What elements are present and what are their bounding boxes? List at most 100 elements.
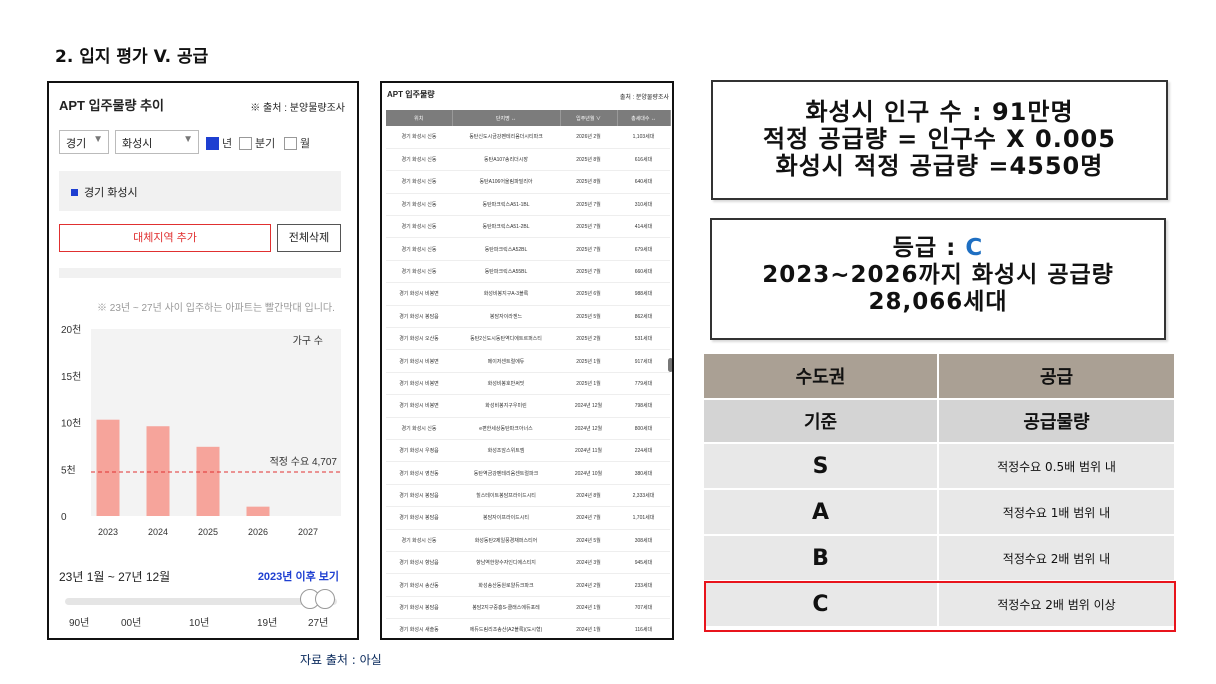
column-header-move-in[interactable]: 입주년월 ∨: [560, 110, 618, 126]
panel-title: APT 입주물량 추이: [59, 98, 164, 113]
x-tick-label: 2026: [248, 527, 268, 537]
cell-location: 경기 화성시 우정읍: [386, 439, 452, 463]
cell-move-in: 2024년 11월: [560, 439, 617, 463]
cell-move-in: 2024년 1월: [560, 596, 617, 620]
cell-move-in: 2024년 1월: [560, 618, 617, 638]
table-row[interactable]: 경기 화성시 비봉면 화성비봉지구우미린 2024년 12월 798세대: [386, 394, 670, 418]
panel-title: APT 입주물량: [387, 90, 435, 99]
cell-move-in: 2024년 12월: [560, 394, 617, 418]
chevron-down-icon: ▼: [93, 134, 103, 145]
info-line: 적정 공급량 = 인구수 X 0.005: [763, 125, 1116, 153]
cell-complex-name: 화성조암스위트엠: [452, 439, 560, 463]
cell-units: 308세대: [617, 529, 670, 552]
reference-line-label: 적정 수요 4,707: [270, 456, 338, 468]
table-row[interactable]: 경기 화성시 비봉면 화성비봉호반써밋 2025년 1월 779세대: [386, 372, 670, 396]
slider-label: 27년: [308, 618, 329, 629]
cell-move-in: 2024년 10월: [560, 461, 617, 485]
grade-label: S: [704, 444, 939, 488]
column-header-units[interactable]: 총세대수 ↔: [617, 110, 671, 126]
table-row[interactable]: 경기 화성시 봉담읍 봉담자이라젠느 2025년 5월 862세대: [386, 305, 670, 329]
cell-location: 경기 화성시 신동: [386, 529, 452, 552]
table-row[interactable]: 경기 화성시 신동 동탄파크릭스A52BL 2025년 7월 679세대: [386, 237, 670, 261]
table-row[interactable]: 경기 화성시 비봉면 메이저센트럴에듀 2025년 1월 917세대: [386, 349, 670, 373]
slide-title: 2. 입지 평가 V. 공급: [55, 47, 209, 67]
cell-complex-name: e편한세상동탄파크아너스: [452, 417, 560, 440]
cell-complex-name: 동탄A107송리더시장: [452, 148, 560, 172]
grade-line: 등급 : C: [892, 235, 984, 261]
province-select[interactable]: 경기 ▼: [59, 130, 109, 154]
cell-units: 1,701세대: [617, 506, 670, 530]
table-row[interactable]: 경기 화성시 신동 동탄파크릭스A51-1BL 2025년 7월 310세대: [386, 193, 670, 217]
table-row[interactable]: 경기 화성시 새솔동 에듀드림리조송산(A2블록)(도시형) 2024년 1월 116…: [386, 618, 670, 638]
cell-location: 경기 화성시 신동: [386, 260, 452, 284]
cell-units: 798세대: [617, 394, 670, 418]
city-select[interactable]: 화성시 ▼: [115, 130, 199, 154]
table-row[interactable]: 경기 화성시 신동 화성동탄2제일풍경채퍼스티어 2024년 5월 308세대: [386, 529, 670, 552]
period-option-year[interactable]: 년: [206, 135, 232, 151]
cell-complex-name: 봉담2지구중흥S-클래스에듀포레: [452, 596, 560, 620]
supply-bar-chart: 0 5천 10천 15천 20천 2023 2024 2025 2026 2027 적정 수요 4,…: [61, 324, 341, 537]
period-option-quarter[interactable]: 분기: [239, 135, 275, 151]
cell-move-in: 2025년 7월: [560, 215, 617, 239]
x-tick-label: 2027: [298, 527, 318, 537]
cell-location: 경기 화성시 신동: [386, 237, 452, 261]
supply-period-line: 2023~2026까지 화성시 공급량: [762, 262, 1114, 288]
period-option-month[interactable]: 월: [284, 135, 310, 151]
table-row[interactable]: 경기 화성시 우정읍 화성조암스위트엠 2024년 11월 224세대: [386, 439, 670, 463]
cell-location: 경기 화성시 신동: [386, 215, 452, 239]
table-row[interactable]: 경기 화성시 영천동 동탄역금강펜테리움센트럴파크 2024년 10월 380세대: [386, 461, 670, 485]
cell-units: 1,103세대: [617, 126, 670, 149]
table-row[interactable]: 경기 화성시 송산동 화성송산동원로얄듀크파크 2024년 2월 233세대: [386, 573, 670, 597]
checkbox-unchecked[interactable]: [284, 136, 297, 150]
period-range-text: 23년 1월 ~ 27년 12월: [59, 570, 171, 584]
cell-units: 707세대: [617, 596, 670, 620]
table-row[interactable]: 경기 화성시 봉담읍 봉담2지구중흥S-클래스에듀포레 2024년 1월 707세대: [386, 596, 670, 620]
table-row[interactable]: 경기 화성시 신동 동탄파크릭스A51-2BL 2025년 7월 414세대: [386, 215, 670, 239]
table-row[interactable]: 경기 화성시 신동 동탄A107송리더시장 2025년 8월 616세대: [386, 148, 670, 172]
cell-units: 862세대: [617, 305, 670, 329]
table-row[interactable]: 경기 화성시 봉담읍 봉담자이프라이드시티 2024년 7월 1,701세대: [386, 506, 670, 530]
supply-table: 위치 단지명 ↔ 입주년월 ∨ 총세대수 ↔ 경기 화성시 신동 동탄신도시금강펜…: [386, 110, 671, 638]
checkbox-unchecked[interactable]: [239, 136, 252, 150]
panel-source: 출처 : 분양물량조사: [619, 95, 669, 101]
series-label: 가구 수: [293, 335, 323, 347]
table-row[interactable]: 경기 화성시 비봉면 화성비봉지구A-3블록 2025년 6월 988세대: [386, 282, 670, 306]
table-header-row: 위치 단지명 ↔ 입주년월 ∨ 총세대수 ↔: [386, 110, 671, 126]
table-row[interactable]: 경기 화성시 봉담읍 힐스테이트봉담프라이드시티 2024년 8월 2,333세대: [386, 484, 670, 508]
slider-handle-end[interactable]: [315, 589, 335, 609]
table-row[interactable]: 경기 화성시 신동 동탄신도시금강펜테리움더시티파크 2026년 2월 1,103세대: [386, 126, 670, 149]
slider-label: 19년: [257, 618, 278, 629]
table-row[interactable]: 경기 화성시 신동 e편한세상동탄파크아너스 2024년 12월 800세대: [386, 417, 670, 440]
divider-bar: [59, 268, 341, 278]
column-header-complex[interactable]: 단지명 ↔: [452, 110, 561, 126]
view-after-2023-link[interactable]: 2023년 이후 보기: [258, 568, 339, 584]
cell-location: 경기 화성시 오산동: [386, 327, 452, 351]
x-tick-label: 2024: [148, 527, 168, 537]
header-supply: 공급: [939, 354, 1176, 398]
cell-units: 640세대: [617, 170, 670, 194]
cell-location: 경기 화성시 비봉면: [386, 394, 452, 418]
cell-units: 531세대: [617, 327, 670, 351]
table-row[interactable]: 경기 화성시 오산동 동탄2신도시동탄역디에트르퍼스티 2025년 2월 531세대: [386, 327, 670, 351]
checkbox-checked[interactable]: [206, 136, 219, 150]
city-select-value: 화성시: [122, 138, 153, 150]
column-header-location[interactable]: 위치: [386, 110, 453, 126]
table-row[interactable]: 경기 화성시 향남읍 향남역한양수자인디에스티지 2024년 3월 945세대: [386, 551, 670, 575]
table-row[interactable]: 경기 화성시 신동 동탄파크릭스A55BL 2025년 7월 660세대: [386, 260, 670, 284]
cell-move-in: 2025년 7월: [560, 237, 617, 261]
cell-complex-name: 봉담자이프라이드시티: [452, 506, 560, 530]
add-region-button[interactable]: 대체지역 추가: [59, 224, 271, 252]
cell-move-in: 2025년 1월: [560, 372, 617, 396]
info-line: 화성시 적정 공급량 =4550명: [775, 152, 1104, 180]
cell-complex-name: 향남역한양수자인디에스티지: [452, 551, 560, 575]
cell-complex-name: 동탄A106어울림파밀리아: [452, 170, 560, 194]
year-range-slider[interactable]: [65, 598, 337, 605]
y-tick-label: 5천: [61, 464, 76, 476]
bar-2024: [146, 426, 170, 516]
cell-move-in: 2024년 5월: [560, 529, 617, 552]
table-row[interactable]: 경기 화성시 신동 동탄A106어울림파밀리아 2025년 8월 640세대: [386, 170, 670, 194]
scroll-handle[interactable]: [668, 358, 672, 372]
bar-2026: [246, 506, 270, 516]
delete-all-button[interactable]: 전체삭제: [277, 224, 341, 252]
cell-units: 414세대: [617, 215, 670, 239]
